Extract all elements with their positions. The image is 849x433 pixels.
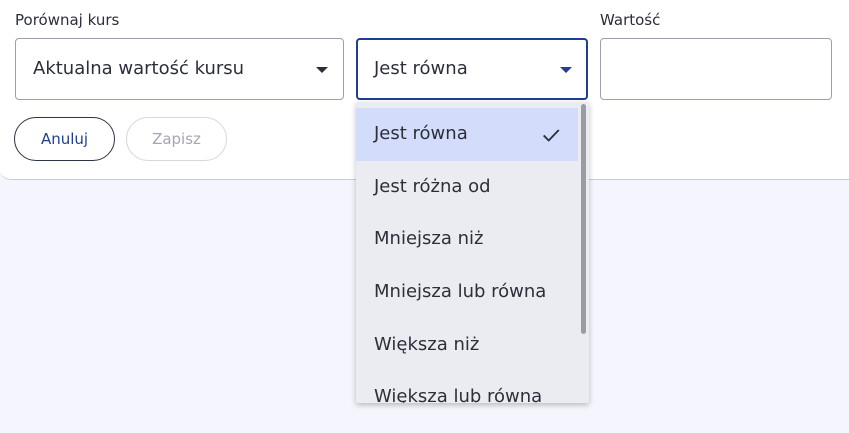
- scrollbar-thumb[interactable]: [581, 104, 586, 334]
- option-label: Jest różna od: [374, 176, 491, 197]
- compare-select[interactable]: Aktualna wartość kursu: [15, 38, 344, 100]
- save-button[interactable]: Zapisz: [126, 117, 227, 161]
- operator-select[interactable]: Jest równa: [356, 38, 588, 100]
- check-icon: [543, 129, 560, 142]
- value-label: Wartość: [600, 11, 661, 29]
- option-label: Mniejsza lub równa: [374, 281, 547, 302]
- value-input[interactable]: [600, 38, 832, 100]
- option-mniejsza-lub-rowna[interactable]: Mniejsza lub równa: [356, 266, 578, 319]
- operator-dropdown-list: Jest równa Jest różna od Mniejsza niż Mn…: [356, 102, 589, 403]
- option-label: Większa niż: [374, 334, 480, 355]
- compare-label: Porównaj kurs: [15, 11, 120, 29]
- chevron-down-icon: [560, 67, 572, 73]
- option-jest-rowna[interactable]: Jest równa: [356, 108, 578, 161]
- compare-select-value: Aktualna wartość kursu: [33, 58, 245, 79]
- option-jest-rozna-od[interactable]: Jest różna od: [356, 161, 578, 214]
- option-wieksza-lub-rowna[interactable]: Większa lub równa: [356, 371, 578, 403]
- option-wieksza-niz[interactable]: Większa niż: [356, 319, 578, 372]
- option-label: Mniejsza niż: [374, 228, 484, 249]
- option-label: Większa lub równa: [374, 386, 543, 403]
- option-mniejsza-niz[interactable]: Mniejsza niż: [356, 213, 578, 266]
- operator-select-value: Jest równa: [374, 58, 468, 79]
- cancel-button[interactable]: Anuluj: [14, 117, 115, 161]
- chevron-down-icon: [316, 67, 328, 73]
- option-label: Jest równa: [374, 123, 468, 144]
